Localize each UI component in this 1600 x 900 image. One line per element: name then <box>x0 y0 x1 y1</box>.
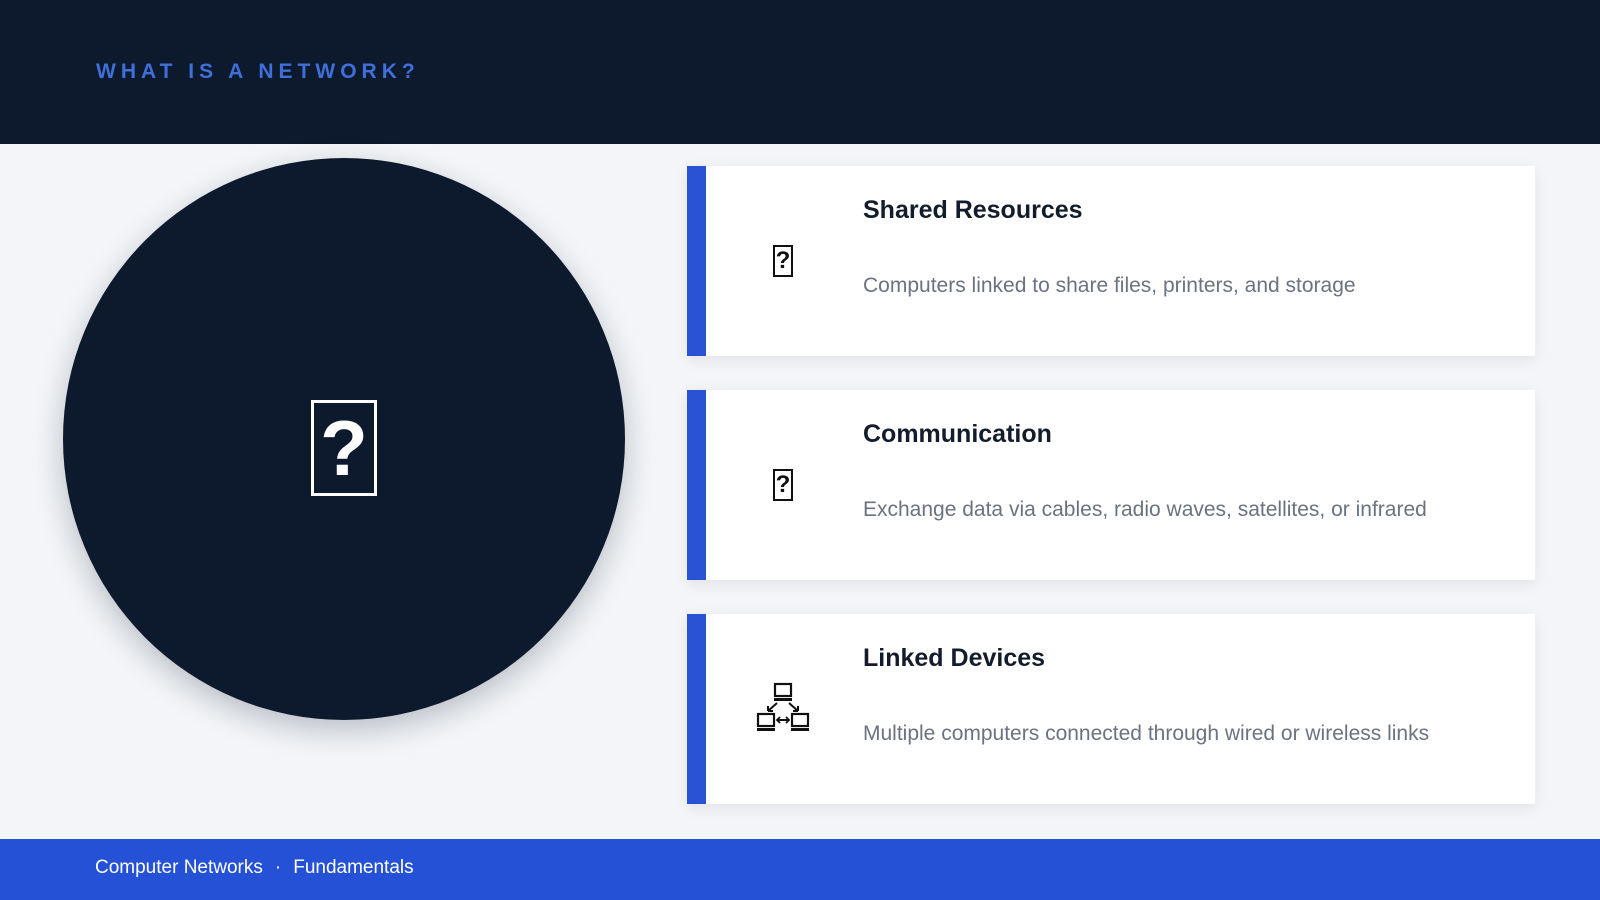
footer-course: Computer Networks <box>95 857 263 878</box>
footer-separator: · <box>274 857 282 878</box>
card-icon-slot <box>743 669 823 749</box>
card-description: Multiple computers connected through wir… <box>863 722 1430 745</box>
card-communication: ? Communication Exchange data via cables… <box>687 390 1535 580</box>
card-title: Communication <box>863 420 1052 448</box>
footer-bar: Computer Networks · Fundamentals <box>0 839 1600 900</box>
network-computers-icon <box>756 682 810 731</box>
card-title: Linked Devices <box>863 644 1046 672</box>
card-icon-slot: ? <box>743 221 823 301</box>
card-shared-resources: ? Shared Resources Computers linked to s… <box>687 166 1535 356</box>
header-bar: WHAT IS A NETWORK? <box>0 0 1600 144</box>
card-title: Shared Resources <box>863 196 1083 224</box>
footer-caption: Computer Networks · Fundamentals <box>95 857 414 879</box>
card-description: Computers linked to share files, printer… <box>863 274 1356 297</box>
card-icon-slot: ? <box>743 445 823 525</box>
page-title: WHAT IS A NETWORK? <box>96 60 420 83</box>
footer-section: Fundamentals <box>293 857 414 878</box>
card-accent-bar <box>687 166 706 356</box>
card-accent-bar <box>687 390 706 580</box>
card-accent-bar <box>687 614 706 804</box>
missing-glyph-icon: ? <box>773 469 793 501</box>
missing-glyph-icon: ? <box>773 245 793 277</box>
missing-glyph-icon: ? <box>311 400 377 496</box>
card-linked-devices: Linked Devices Multiple computers connec… <box>687 614 1535 804</box>
card-description: Exchange data via cables, radio waves, s… <box>863 498 1427 521</box>
hero-circle: ? <box>63 158 625 720</box>
